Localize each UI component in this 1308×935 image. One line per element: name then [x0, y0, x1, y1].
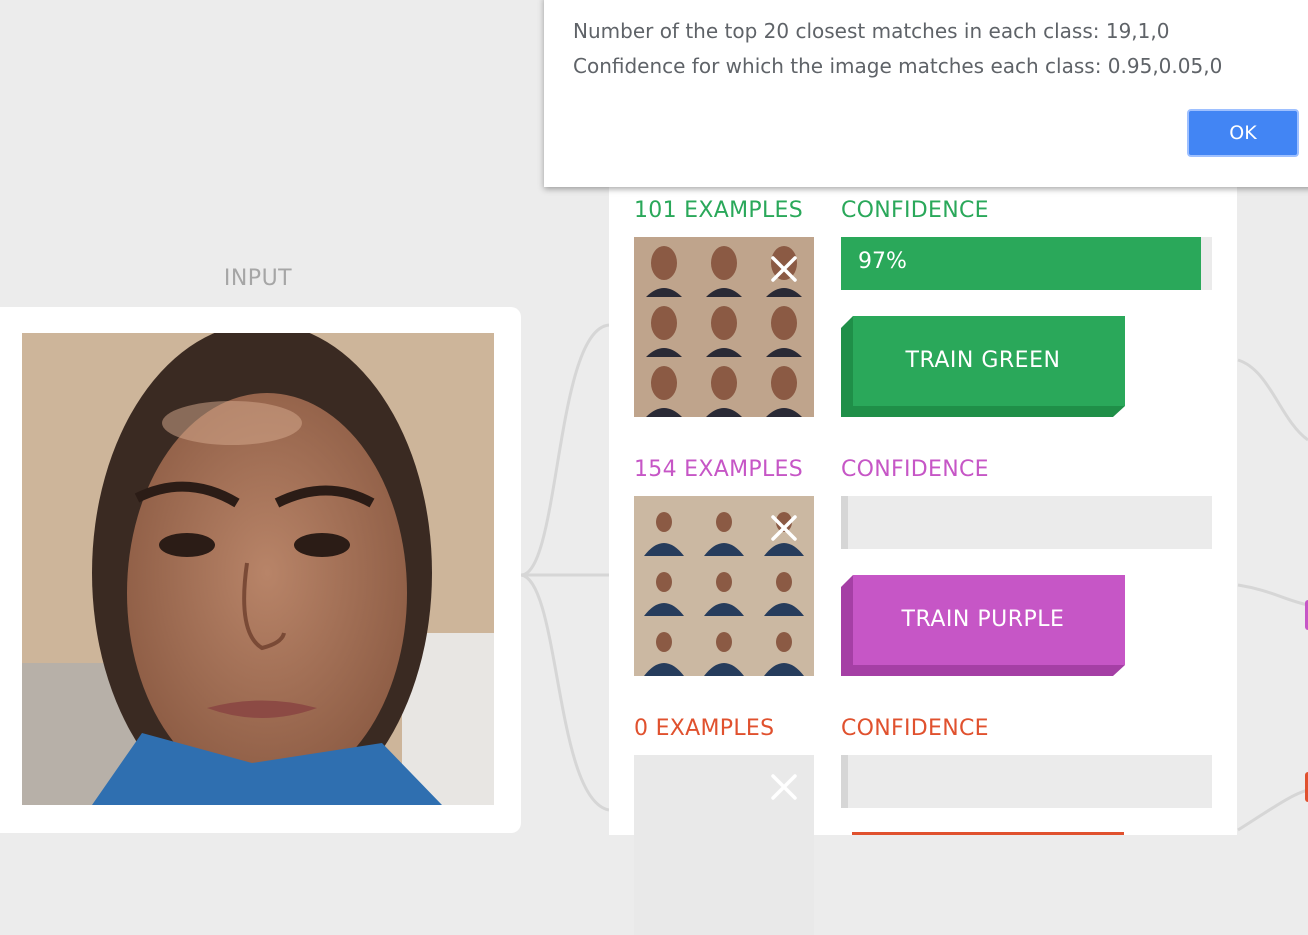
- dialog-line-matches: Number of the top 20 closest matches in …: [573, 19, 1170, 43]
- train-purple-button[interactable]: TRAIN PURPLE: [841, 575, 1125, 676]
- orange-confidence-fill: [841, 755, 849, 808]
- webcam-preview: [22, 333, 494, 805]
- purple-examples-count: 154 EXAMPLES: [634, 457, 803, 482]
- thumbnail: [754, 556, 814, 616]
- orange-examples-count: 0 EXAMPLES: [634, 716, 775, 741]
- green-confidence-label: CONFIDENCE: [841, 198, 989, 223]
- thumbnail: [634, 297, 694, 357]
- thumbnail: [694, 496, 754, 556]
- close-icon[interactable]: [768, 771, 800, 803]
- thumbnail: [694, 237, 754, 297]
- orange-confidence-bar: [841, 755, 1212, 808]
- purple-confidence-bar: [841, 496, 1212, 549]
- purple-confidence-label: CONFIDENCE: [841, 457, 989, 482]
- input-label: INPUT: [223, 266, 293, 291]
- thumbnail: [754, 616, 814, 676]
- green-confidence-bar: 97%: [841, 237, 1212, 290]
- thumbnail: [694, 357, 754, 417]
- train-green-button[interactable]: TRAIN GREEN: [841, 316, 1125, 417]
- alert-dialog: Number of the top 20 closest matches in …: [544, 0, 1308, 187]
- train-green-label: TRAIN GREEN: [905, 348, 1061, 373]
- orange-thumbnails: [634, 755, 814, 935]
- dialog-line-confidence: Confidence for which the image matches e…: [573, 54, 1223, 78]
- thumbnail: [694, 616, 754, 676]
- close-icon[interactable]: [768, 253, 800, 285]
- classes-panel: 101 EXAMPLES CONFIDENCE 97% TRAIN GREEN …: [609, 120, 1237, 935]
- thumbnail: [754, 357, 814, 417]
- thumbnail: [694, 556, 754, 616]
- thumbnail: [634, 357, 694, 417]
- thumbnail: [634, 556, 694, 616]
- orange-confidence-label: CONFIDENCE: [841, 716, 989, 741]
- purple-confidence-fill: [841, 496, 849, 549]
- green-examples-count: 101 EXAMPLES: [634, 198, 803, 223]
- thumbnail: [634, 237, 694, 297]
- purple-thumbnails: [634, 496, 814, 676]
- ok-button[interactable]: OK: [1187, 109, 1299, 157]
- input-card: [0, 307, 521, 833]
- thumbnail: [634, 616, 694, 676]
- train-purple-label: TRAIN PURPLE: [901, 607, 1065, 632]
- thumbnail: [694, 297, 754, 357]
- green-confidence-value: 97%: [858, 249, 907, 274]
- thumbnail: [634, 496, 694, 556]
- close-icon[interactable]: [768, 512, 800, 544]
- green-thumbnails: [634, 237, 814, 417]
- thumbnail: [754, 297, 814, 357]
